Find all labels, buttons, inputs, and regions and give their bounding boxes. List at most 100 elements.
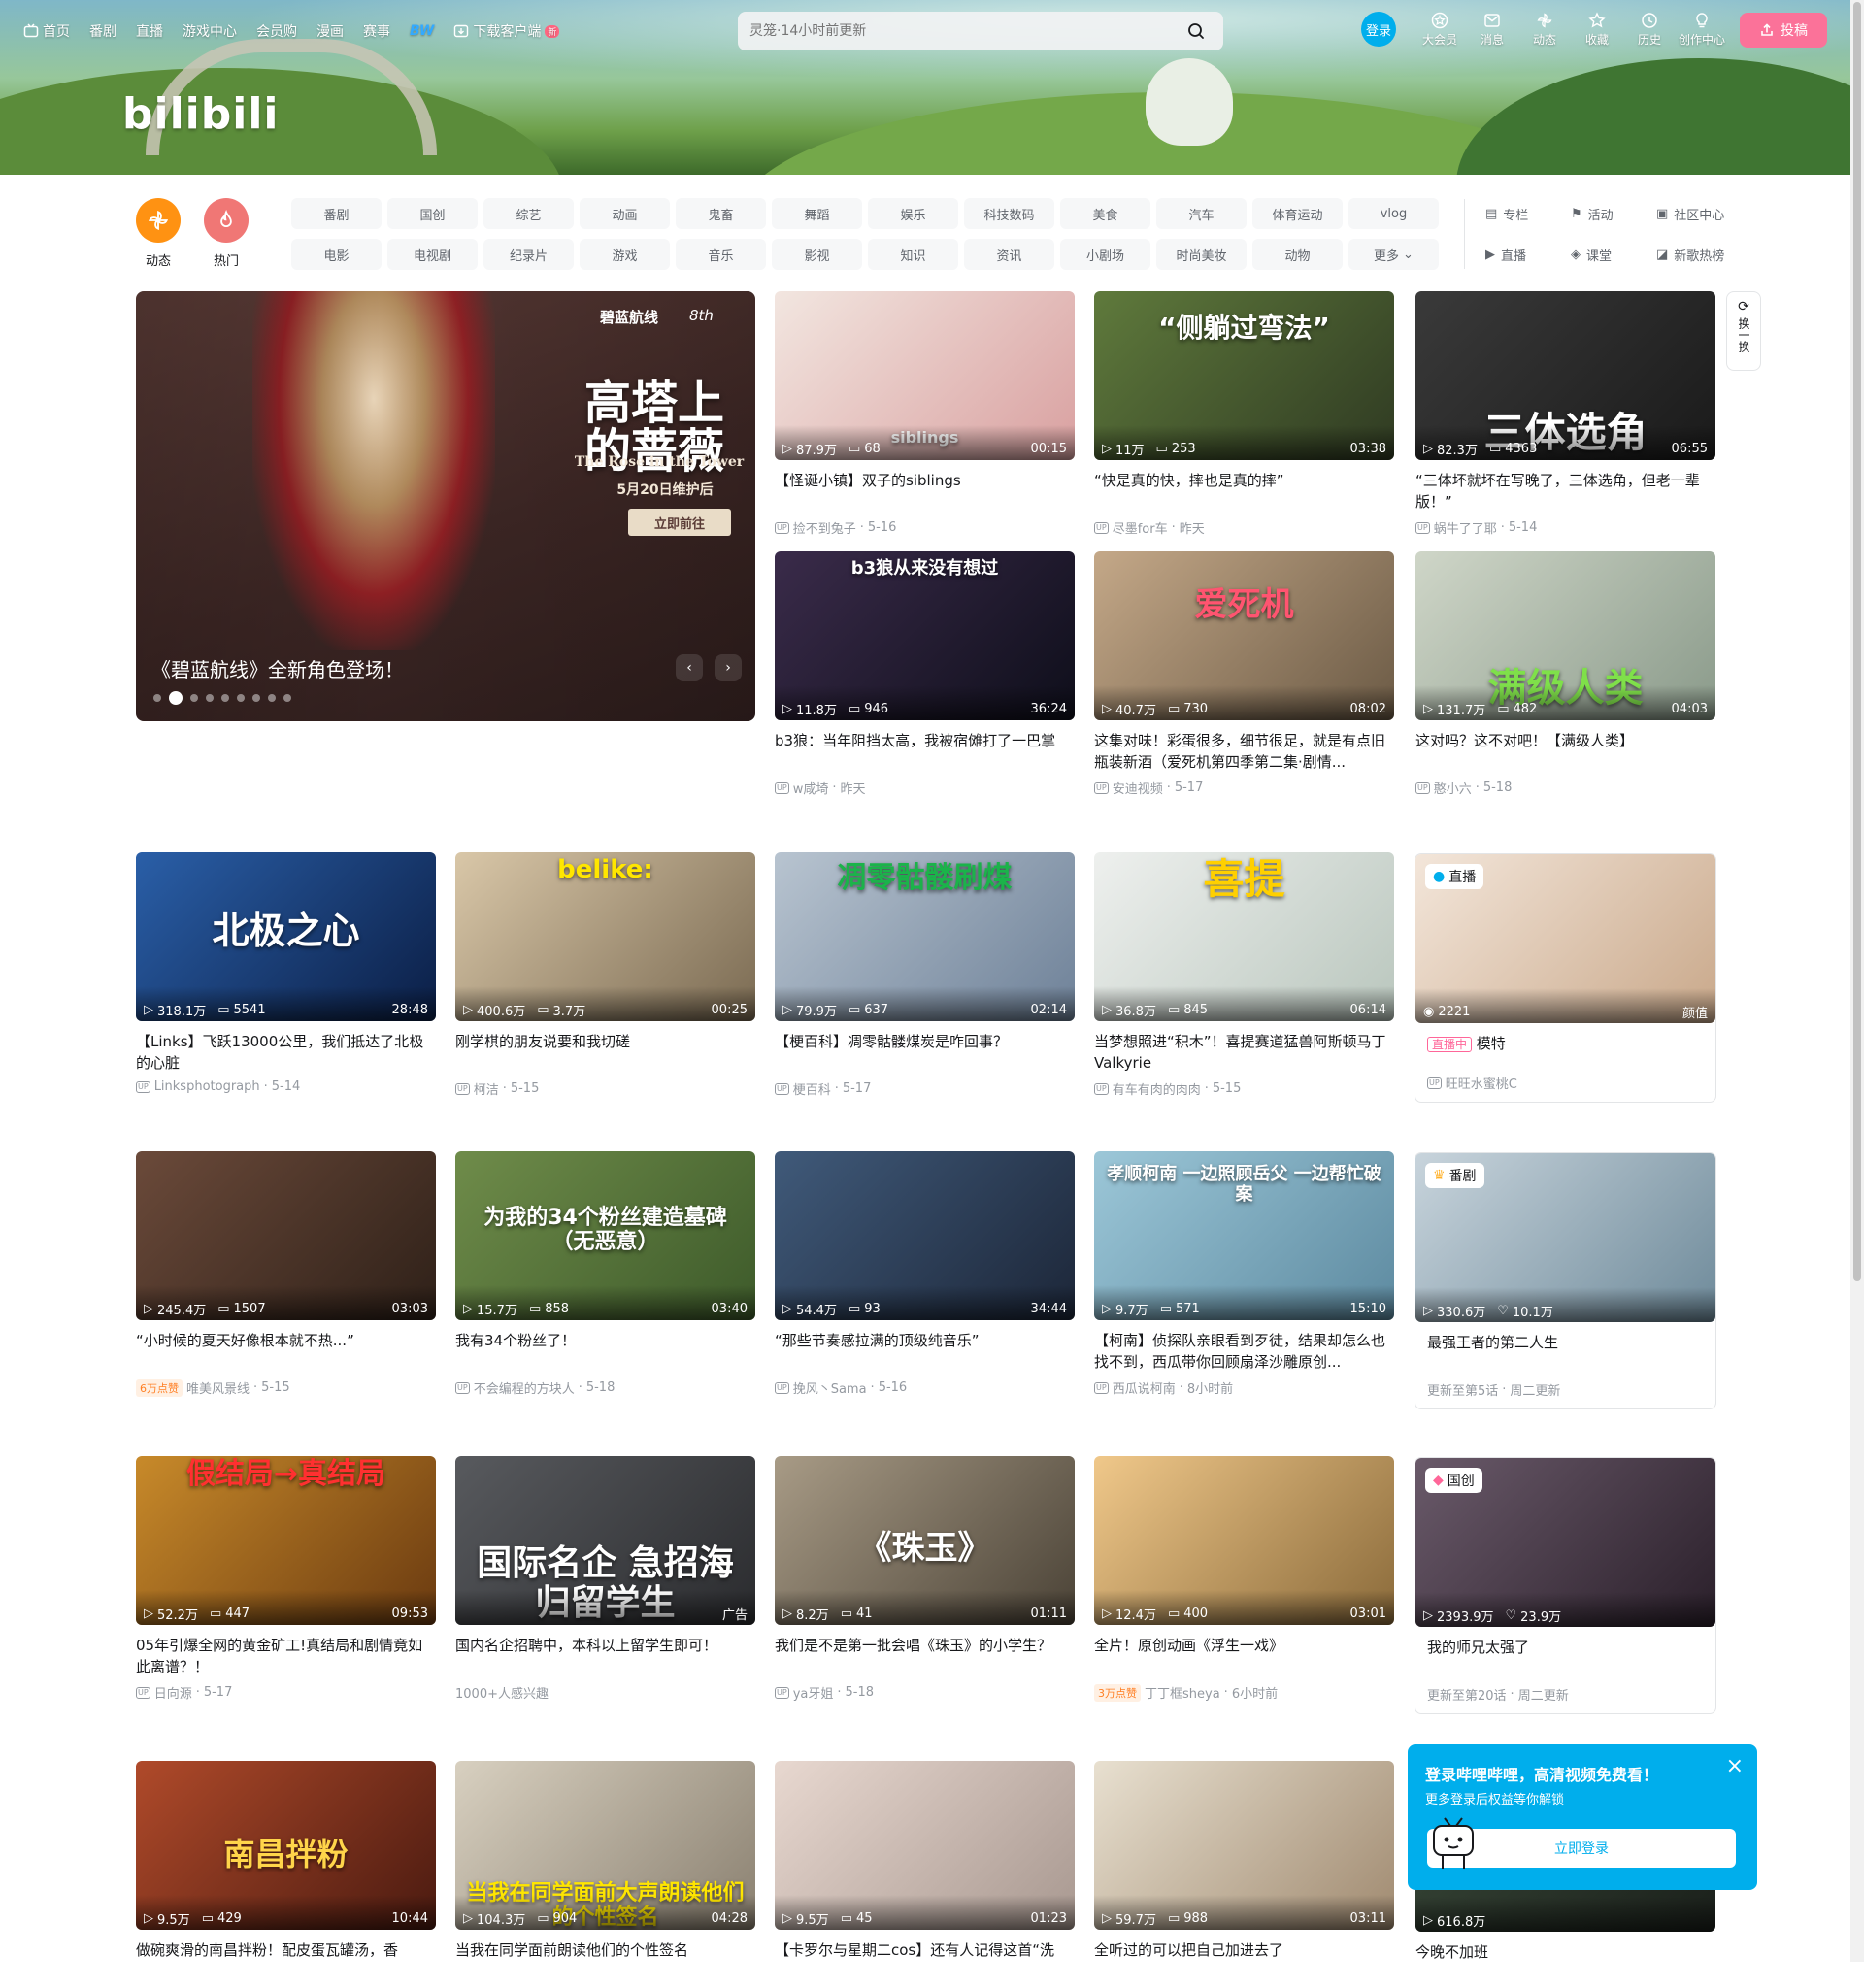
nav-history[interactable]: 历史 (1623, 12, 1676, 48)
live-title[interactable]: 直播中 模特 (1415, 1033, 1715, 1054)
nav-creator-center[interactable]: 创作中心 (1676, 12, 1728, 48)
nav-dynamic[interactable]: 动态 (1518, 12, 1571, 48)
video-card[interactable]: “侧躺过弯法” ▷ 11万 ▭ 253 03:38 “快是真的快，摔也是真的摔” UP 尽墨fo… (1094, 291, 1394, 537)
video-title[interactable]: “三体坏就坏在写晚了，三体选角，但老一辈版！” (1415, 470, 1715, 513)
video-title[interactable]: 这集对味！彩蛋很多，细节很足，就是有点旧瓶装新酒（爱死机第四季第二集·剧情... (1094, 730, 1394, 773)
video-thumbnail[interactable]: 凋零骷髅刷煤 ▷ 79.9万 ▭ 637 02:14 (775, 852, 1075, 1021)
video-thumbnail[interactable]: 《珠玉》 ▷ 8.2万 ▭ 41 01:11 (775, 1456, 1075, 1625)
video-title[interactable]: 【怪诞小镇】双子的siblings (775, 470, 1075, 513)
video-thumbnail[interactable]: 为我的34个粉丝建造墓碑（无恶意） ▷ 15.7万 ▭ 858 03:40 (455, 1151, 755, 1320)
bangumi-title[interactable]: 最强王者的第二人生 (1415, 1332, 1715, 1375)
video-thumbnail[interactable]: 喜提 ▷ 36.8万 ▭ 845 06:14 (1094, 852, 1394, 1021)
video-meta[interactable]: UP 柯洁 · 5-15 (455, 1079, 755, 1098)
nav-vip[interactable]: 大会员 (1414, 12, 1466, 48)
nav-favorites[interactable]: 收藏 (1571, 12, 1623, 48)
video-meta[interactable]: UP ya牙姐 · 5-18 (775, 1683, 1075, 1702)
video-title[interactable]: “小时候的夏天好像根本就不热...” (136, 1330, 436, 1373)
carousel-dot[interactable] (221, 694, 229, 702)
nav-download-client[interactable]: 下载客户端 新 (453, 21, 560, 41)
channel-chip[interactable]: 知识 (868, 239, 958, 270)
video-title[interactable]: “快是真的快，摔也是真的摔” (1094, 470, 1394, 513)
more-channels-button[interactable]: 更多 ⌄ (1348, 239, 1439, 270)
video-card[interactable]: 孝顺柯南 一边照顾岳父 一边帮忙破案 ▷ 9.7万 ▭ 571 15:10 【柯南】侦探队亲… (1094, 1151, 1394, 1397)
video-meta[interactable]: UP 梗百科 · 5-17 (775, 1079, 1075, 1098)
banner-carousel[interactable]: 碧蓝航线 8th 高塔上的蔷薇 The Rose in the Tower 5月… (136, 291, 755, 721)
channel-chip[interactable]: 电视剧 (387, 239, 478, 270)
channel-chip[interactable]: 娱乐 (868, 198, 958, 229)
video-title[interactable]: 当梦想照进“积木”！喜提赛道猛兽阿斯顿马丁Valkyrie (1094, 1031, 1394, 1074)
video-card[interactable]: 国际名企 急招海归留学生广告国内名企招聘中，本科以上留学生即可！ 1000+人感兴… (455, 1456, 755, 1702)
channel-chip[interactable]: 鬼畜 (676, 198, 766, 229)
video-card[interactable]: 三体选角▷82.3万▭436306:55“三体坏就坏在写晚了，三体选角，但老一辈… (1415, 291, 1715, 537)
video-meta[interactable]: 3万点赞 丁丁框sheya · 6小时前 (1094, 1683, 1394, 1702)
channel-chip[interactable]: 纪录片 (483, 239, 574, 270)
video-thumbnail[interactable]: 国际名企 急招海归留学生广告 (455, 1456, 755, 1625)
video-meta[interactable]: UP 憨小六 · 5-18 (1415, 779, 1715, 797)
nav-game-center[interactable]: 游戏中心 (183, 21, 237, 41)
carousel-dot[interactable] (268, 694, 276, 702)
bilibili-logo[interactable]: bilibili (122, 89, 279, 139)
channel-chip[interactable]: 电影 (291, 239, 382, 270)
carousel-poster-cta[interactable]: 立即前往 (628, 509, 731, 536)
video-meta[interactable]: UP 有车有肉的肉肉 · 5-15 (1094, 1079, 1394, 1098)
video-card[interactable]: b3狼从来没有想过 ▷ 11.8万 ▭ 946 36:24 b3狼：当年阻挡太高，我被宿傩打… (775, 551, 1075, 797)
upload-button[interactable]: 投稿 (1740, 13, 1827, 48)
channel-chip[interactable]: 时尚美妆 (1156, 239, 1247, 270)
video-title[interactable]: 【梗百科】凋零骷髅煤炭是咋回事？ (775, 1031, 1075, 1074)
video-thumbnail[interactable]: “侧躺过弯法” ▷ 11万 ▭ 253 03:38 (1094, 291, 1394, 460)
video-thumbnail[interactable]: 满级人类▷131.7万▭48204:03 (1415, 551, 1715, 720)
video-thumbnail[interactable]: ▷ 12.4万 ▭ 400 03:01 (1094, 1456, 1394, 1625)
side-link-community[interactable]: ▣ 社区中心 (1656, 198, 1742, 229)
nav-bw-event[interactable]: BW (410, 23, 434, 39)
video-title[interactable]: 刚学棋的朋友说要和我切磋 (455, 1031, 755, 1074)
guochuang-thumbnail[interactable]: ◆ 国创 ▷ 2393.9万 ♡ 23.9万 (1415, 1458, 1715, 1627)
video-card[interactable]: 满级人类▷131.7万▭48204:03这对吗？这不对吧！【满级人类】UP憨小六… (1415, 551, 1715, 797)
bangumi-thumbnail[interactable]: ♛ 番剧 ▷ 330.6万 ♡ 10.1万 (1415, 1153, 1715, 1322)
refresh-button[interactable]: ⟳ 换一换 (1726, 291, 1761, 371)
search-button[interactable] (1181, 16, 1212, 47)
search-input[interactable] (749, 23, 1181, 39)
carousel-dot[interactable] (252, 694, 260, 702)
video-card[interactable]: ▷ 245.4万 ▭ 1507 03:03 “小时候的夏天好像根本就不热...” 6万点赞唯… (136, 1151, 436, 1397)
carousel-dot[interactable] (237, 694, 245, 702)
nav-live[interactable]: 直播 (136, 21, 163, 41)
video-thumbnail[interactable]: siblings▷87.9万▭6800:15 (775, 291, 1075, 460)
video-thumbnail[interactable]: ▷ 54.4万 ▭ 93 34:44 (775, 1151, 1075, 1320)
video-title[interactable]: 全片！原创动画《浮生一戏》 (1094, 1635, 1394, 1677)
carousel-caption[interactable]: 《碧蓝航线》全新角色登场！ (151, 654, 404, 682)
video-thumbnail[interactable]: 北极之心 ▷ 318.1万 ▭ 5541 28:48 (136, 852, 436, 1021)
video-thumbnail[interactable]: ▷ 245.4万 ▭ 1507 03:03 (136, 1151, 436, 1320)
video-card[interactable]: 为我的34个粉丝建造墓碑（无恶意） ▷ 15.7万 ▭ 858 03:40 我有34个粉丝了… (455, 1151, 755, 1397)
video-meta[interactable]: 6万点赞 唯美风景线 · 5-15 (136, 1378, 436, 1397)
channel-chip[interactable]: 舞蹈 (772, 198, 862, 229)
channel-chip[interactable]: 综艺 (483, 198, 574, 229)
video-thumbnail[interactable]: 孝顺柯南 一边照顾岳父 一边帮忙破案 ▷ 9.7万 ▭ 571 15:10 (1094, 1151, 1394, 1320)
video-title[interactable]: 【柯南】侦探队亲眼看到歹徒，结果却怎么也找不到，西瓜带你回顾扇泽沙雕原创... (1094, 1330, 1394, 1373)
channel-chip[interactable]: 科技数码 (964, 198, 1054, 229)
carousel-dot[interactable] (283, 694, 291, 702)
video-card[interactable]: belike: ▷ 400.6万 ▭ 3.7万 00:25 刚学棋的朋友说要和我切磋 UP 柯洁… (455, 852, 755, 1098)
video-thumbnail[interactable]: b3狼从来没有想过 ▷ 11.8万 ▭ 946 36:24 (775, 551, 1075, 720)
channel-chip[interactable]: 音乐 (676, 239, 766, 270)
channel-chip[interactable]: 动画 (580, 198, 670, 229)
video-title[interactable]: 做碗爽滑的南昌拌粉！配皮蛋瓦罐汤，香 (136, 1939, 436, 1982)
video-title[interactable]: 全听过的可以把自己加进去了 (1094, 1939, 1394, 1982)
carousel-dot[interactable] (206, 694, 214, 702)
video-card[interactable]: 北极之心 ▷ 318.1万 ▭ 5541 28:48 【Links】飞跃13000公里，我们… (136, 852, 436, 1094)
nav-home[interactable]: 首页 (23, 21, 70, 41)
channel-chip[interactable]: 影视 (772, 239, 862, 270)
video-card[interactable]: 当我在同学面前大声朗读他们的个性签名▷104.3万▭90404:28当我在同学面… (455, 1761, 755, 1988)
carousel-dot[interactable] (153, 694, 161, 702)
channel-chip[interactable]: 资讯 (964, 239, 1054, 270)
nav-manga[interactable]: 漫画 (316, 21, 344, 41)
channel-chip[interactable]: 国创 (387, 198, 478, 229)
video-meta[interactable]: UP w咸埼 · 昨天 (775, 779, 1075, 797)
nav-messages[interactable]: 消息 (1466, 12, 1518, 48)
side-link-column[interactable]: ▤ 专栏 (1485, 198, 1571, 229)
video-title[interactable]: 当我在同学面前朗读他们的个性签名 (455, 1939, 755, 1982)
bangumi-card[interactable]: ♛ 番剧 ▷ 330.6万 ♡ 10.1万 最强王者的第二人生 更新至第5话 · 周二更新 (1415, 1153, 1715, 1408)
channel-chip[interactable]: 汽车 (1156, 198, 1247, 229)
video-card[interactable]: ▷ 9.5万 ▭ 45 01:23 【卡罗尔与星期二cos】还有人记得这首“洗 (775, 1761, 1075, 1988)
side-link-activity[interactable]: ⚑ 活动 (1571, 198, 1656, 229)
video-meta[interactable]: UP 不会编程的方块人 · 5-18 (455, 1378, 755, 1397)
